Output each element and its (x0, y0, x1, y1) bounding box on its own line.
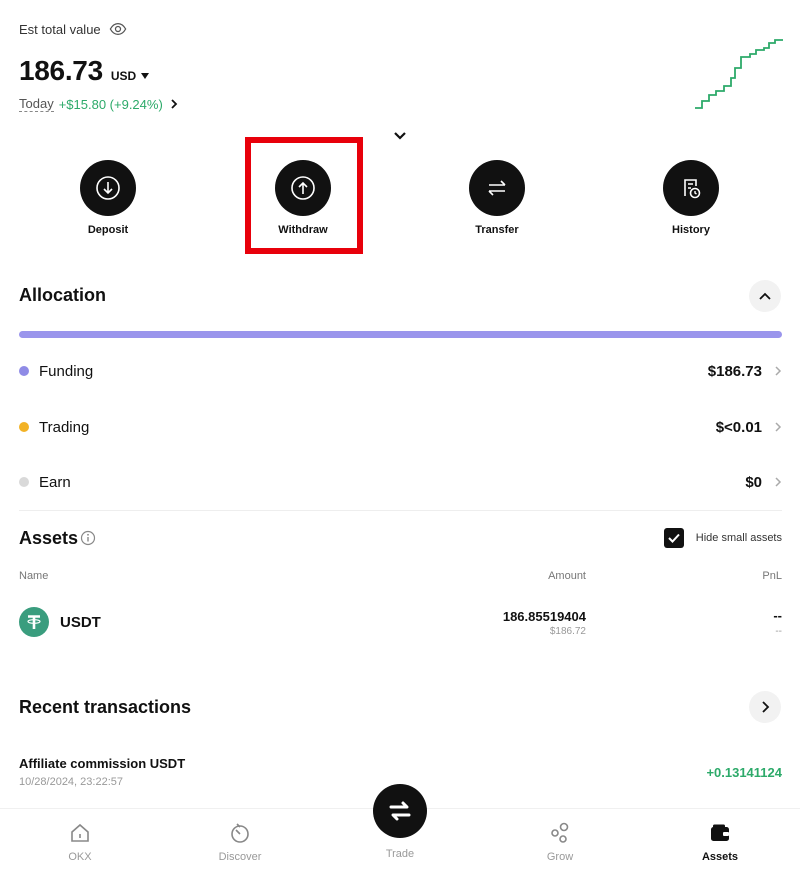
allocation-row-trading[interactable]: Trading $<0.01 (19, 413, 782, 441)
asset-pnl: -- (773, 608, 782, 623)
column-amount-header: Amount (548, 570, 586, 582)
nav-label: OKX (68, 851, 92, 863)
history-button[interactable]: History (631, 160, 751, 236)
total-value-row: 186.73 USD (19, 55, 150, 87)
recent-transactions-more-button[interactable] (749, 691, 781, 723)
chevron-right-icon (775, 366, 782, 376)
asset-amount-usd: $186.72 (549, 626, 586, 637)
allocation-row-earn[interactable]: Earn $0 (19, 468, 782, 496)
today-change: +$15.80 (+9.24%) (58, 96, 163, 112)
transfer-label: Transfer (475, 224, 519, 236)
nav-item-discover[interactable]: Discover (190, 821, 290, 863)
chevron-right-icon (775, 477, 782, 487)
asset-pnl-sub: -- (775, 626, 782, 637)
funding-dot (19, 366, 29, 376)
trade-button[interactable] (373, 784, 427, 838)
assets-title: Assets (19, 528, 79, 548)
caret-down-icon (141, 73, 150, 79)
allocation-value: $0 (745, 473, 762, 491)
allocation-value: $<0.01 (715, 418, 762, 436)
sparkline-chart (695, 39, 783, 109)
allocation-name: Earn (39, 473, 71, 491)
hide-small-assets-checkbox[interactable] (663, 528, 684, 548)
currency-selector[interactable]: USD (110, 69, 150, 83)
currency-label: USD (110, 69, 137, 83)
eye-icon[interactable] (109, 20, 127, 38)
divider (19, 510, 782, 511)
deposit-label: Deposit (87, 224, 129, 236)
history-label: History (672, 224, 710, 236)
chevron-up-icon (759, 292, 771, 300)
home-icon (71, 823, 89, 842)
allocation-bar (19, 331, 782, 338)
nav-label: Grow (546, 851, 574, 863)
history-circle (663, 160, 719, 216)
expand-chevron-icon[interactable] (392, 130, 408, 142)
earn-dot (19, 477, 29, 487)
today-label: Today (19, 96, 54, 112)
action-buttons: Deposit Withdraw Transfer History (0, 160, 800, 250)
transfer-circle (469, 160, 525, 216)
collapse-allocation-button[interactable] (749, 280, 781, 312)
trade-swap-icon (389, 801, 411, 821)
total-value: 186.73 (19, 55, 103, 86)
nav-item-assets[interactable]: Assets (670, 821, 770, 863)
history-document-icon (684, 179, 701, 199)
chevron-right-icon (171, 99, 178, 109)
hide-small-assets-toggle[interactable]: Hide small assets (663, 528, 782, 548)
deposit-button[interactable]: Deposit (48, 160, 168, 236)
transaction-title: Affiliate commission USDT (19, 756, 186, 771)
info-icon[interactable] (80, 530, 96, 546)
nav-item-grow[interactable]: Grow (510, 821, 610, 863)
column-pnl-header: PnL (762, 570, 782, 582)
usdt-logo-icon (19, 607, 49, 637)
asset-amount: 186.85519404 (502, 609, 586, 624)
nav-label: Discover (218, 851, 262, 863)
discover-icon (231, 823, 249, 843)
recent-transactions-title: Recent transactions (19, 697, 192, 717)
check-icon (668, 533, 680, 543)
allocation-name: Trading (39, 418, 90, 436)
allocation-title: Allocation (19, 285, 107, 305)
hide-small-assets-label: Hide small assets (695, 532, 782, 544)
column-name-header: Name (19, 570, 49, 582)
transfer-button[interactable]: Transfer (437, 160, 557, 236)
withdraw-highlight-box (245, 137, 363, 254)
chevron-right-icon (762, 701, 770, 713)
asset-name: USDT (60, 614, 101, 631)
chevron-right-icon (775, 422, 782, 432)
transaction-time: 10/28/2024, 23:22:57 (19, 776, 123, 788)
today-pnl-row[interactable]: Today +$15.80 (+9.24%) (19, 96, 180, 112)
trade-label: Trade (385, 848, 415, 860)
est-total-value-label: Est total value (19, 21, 101, 37)
swap-arrows-icon (488, 180, 506, 196)
allocation-row-funding[interactable]: Funding $186.73 (19, 357, 782, 385)
grow-icon (551, 822, 569, 843)
transaction-amount: +0.13141124 (706, 765, 782, 780)
est-total-value-row: Est total value (19, 20, 127, 38)
allocation-value: $186.73 (707, 362, 762, 380)
arrow-down-circle-icon (96, 176, 120, 200)
nav-item-okx[interactable]: OKX (30, 821, 130, 863)
trading-dot (19, 422, 29, 432)
deposit-circle (80, 160, 136, 216)
wallet-icon (711, 824, 729, 841)
nav-label: Assets (701, 851, 739, 863)
allocation-name: Funding (39, 362, 94, 380)
